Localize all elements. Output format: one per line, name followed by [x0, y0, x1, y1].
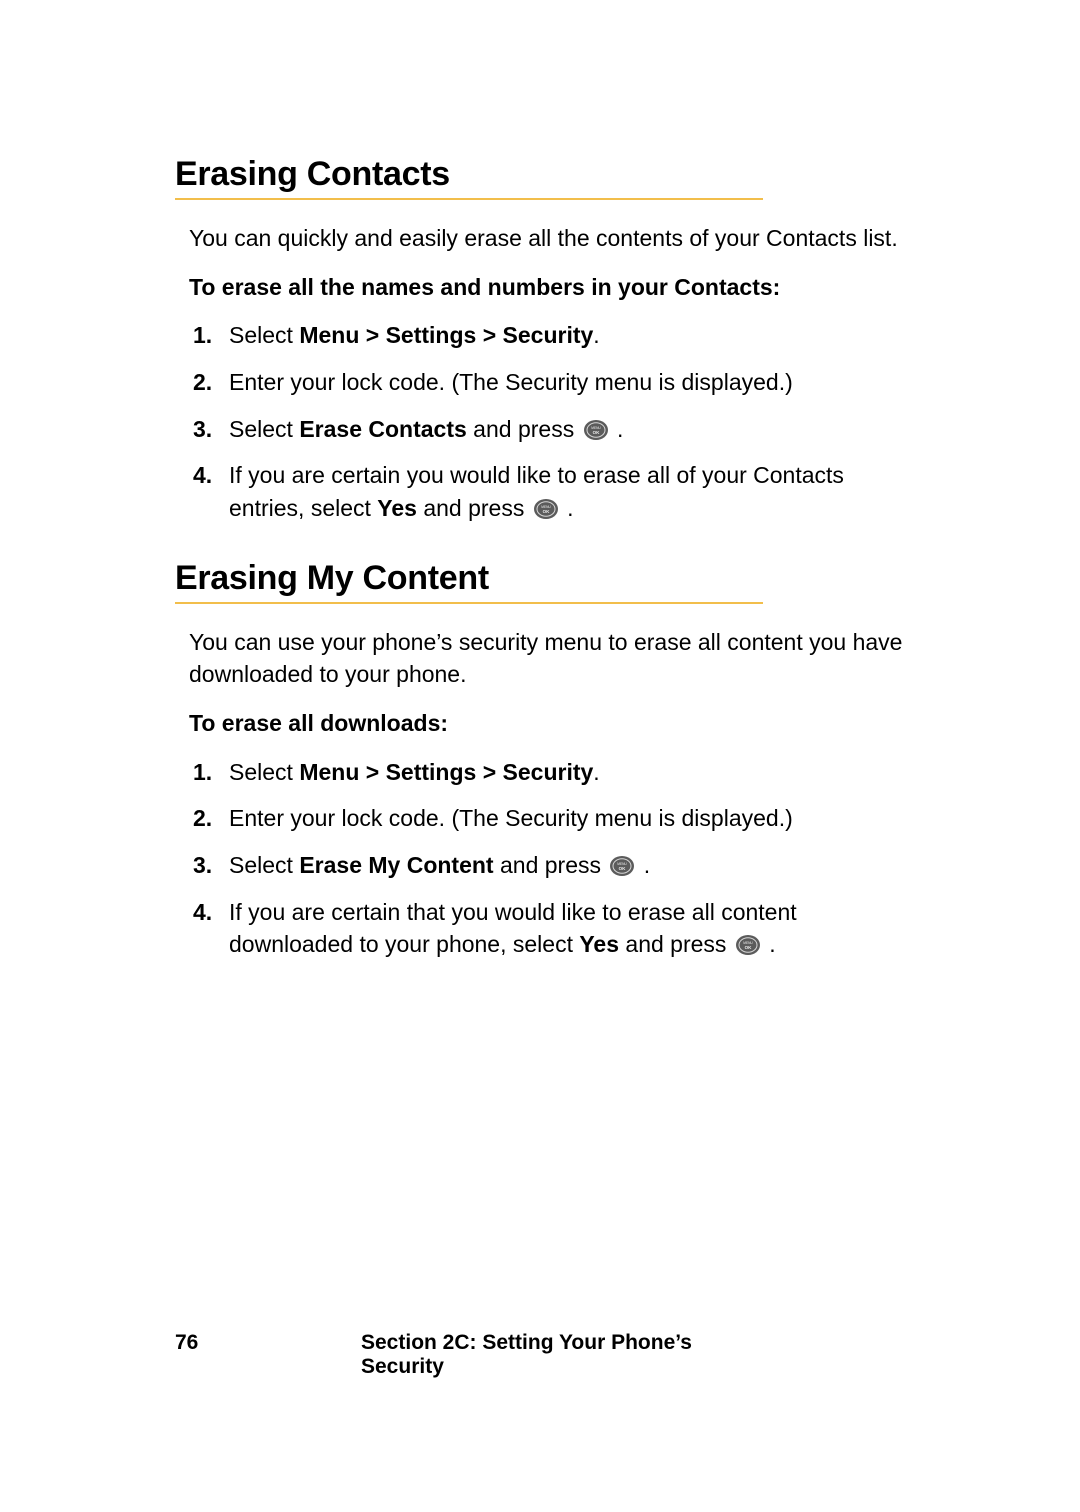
- svg-text:OK: OK: [619, 866, 627, 871]
- ok-button-icon: MENUOK: [583, 419, 609, 441]
- list-item: Select Erase Contacts and press MENUOK .: [189, 413, 920, 446]
- step-text: Select: [229, 322, 299, 348]
- step-text: Select: [229, 852, 299, 878]
- svg-text:OK: OK: [744, 945, 752, 950]
- section-body: You can use your phone’s security menu t…: [189, 626, 920, 961]
- step-bold: Erase My Content: [299, 852, 493, 878]
- step-text: and press: [417, 495, 531, 521]
- list-item: Enter your lock code. (The Security menu…: [189, 366, 920, 399]
- manual-page: Erasing Contacts You can quickly and eas…: [0, 0, 1080, 1512]
- step-text: .: [561, 495, 574, 521]
- list-item: If you are certain you would like to era…: [189, 459, 920, 524]
- step-text: .: [593, 322, 599, 348]
- step-bold: Yes: [377, 495, 417, 521]
- list-item: If you are certain that you would like t…: [189, 896, 920, 961]
- svg-text:OK: OK: [592, 430, 600, 435]
- page-number: 76: [175, 1331, 355, 1379]
- ok-button-icon: MENUOK: [609, 855, 635, 877]
- step-text: .: [763, 931, 776, 957]
- svg-text:OK: OK: [542, 509, 550, 514]
- step-text: .: [637, 852, 650, 878]
- ok-button-icon: MENUOK: [533, 498, 559, 520]
- heading-rule: [175, 198, 763, 200]
- section-body: You can quickly and easily erase all the…: [189, 222, 920, 525]
- step-text: and press: [494, 852, 608, 878]
- step-text: Enter your lock code. (The Security menu…: [229, 805, 793, 831]
- step-list: Select Menu > Settings > Security. Enter…: [189, 319, 920, 524]
- lead-in: To erase all downloads:: [189, 707, 920, 740]
- heading-rule: [175, 602, 763, 604]
- list-item: Select Erase My Content and press MENUOK…: [189, 849, 920, 882]
- section-erasing-contacts: Erasing Contacts You can quickly and eas…: [175, 155, 920, 525]
- intro-paragraph: You can quickly and easily erase all the…: [189, 222, 920, 255]
- list-item: Enter your lock code. (The Security menu…: [189, 802, 920, 835]
- step-text: Select: [229, 416, 299, 442]
- step-bold: Menu > Settings > Security: [299, 322, 593, 348]
- lead-in: To erase all the names and numbers in yo…: [189, 271, 920, 304]
- step-bold: Menu > Settings > Security: [299, 759, 593, 785]
- section-heading: Erasing My Content: [175, 559, 920, 598]
- step-text: .: [593, 759, 599, 785]
- step-text: Enter your lock code. (The Security menu…: [229, 369, 793, 395]
- section-heading: Erasing Contacts: [175, 155, 920, 194]
- ok-button-icon: MENUOK: [735, 934, 761, 956]
- footer-section-title: Section 2C: Setting Your Phone’s Securit…: [361, 1331, 773, 1379]
- step-text: and press: [619, 931, 733, 957]
- list-item: Select Menu > Settings > Security.: [189, 756, 920, 789]
- intro-paragraph: You can use your phone’s security menu t…: [189, 626, 920, 691]
- step-list: Select Menu > Settings > Security. Enter…: [189, 756, 920, 961]
- page-footer: 76 Section 2C: Setting Your Phone’s Secu…: [175, 1331, 773, 1379]
- step-text: and press: [467, 416, 581, 442]
- list-item: Select Menu > Settings > Security.: [189, 319, 920, 352]
- step-bold: Erase Contacts: [299, 416, 466, 442]
- step-text: Select: [229, 759, 299, 785]
- section-erasing-my-content: Erasing My Content You can use your phon…: [175, 559, 920, 961]
- step-bold: Yes: [579, 931, 619, 957]
- step-text: .: [611, 416, 624, 442]
